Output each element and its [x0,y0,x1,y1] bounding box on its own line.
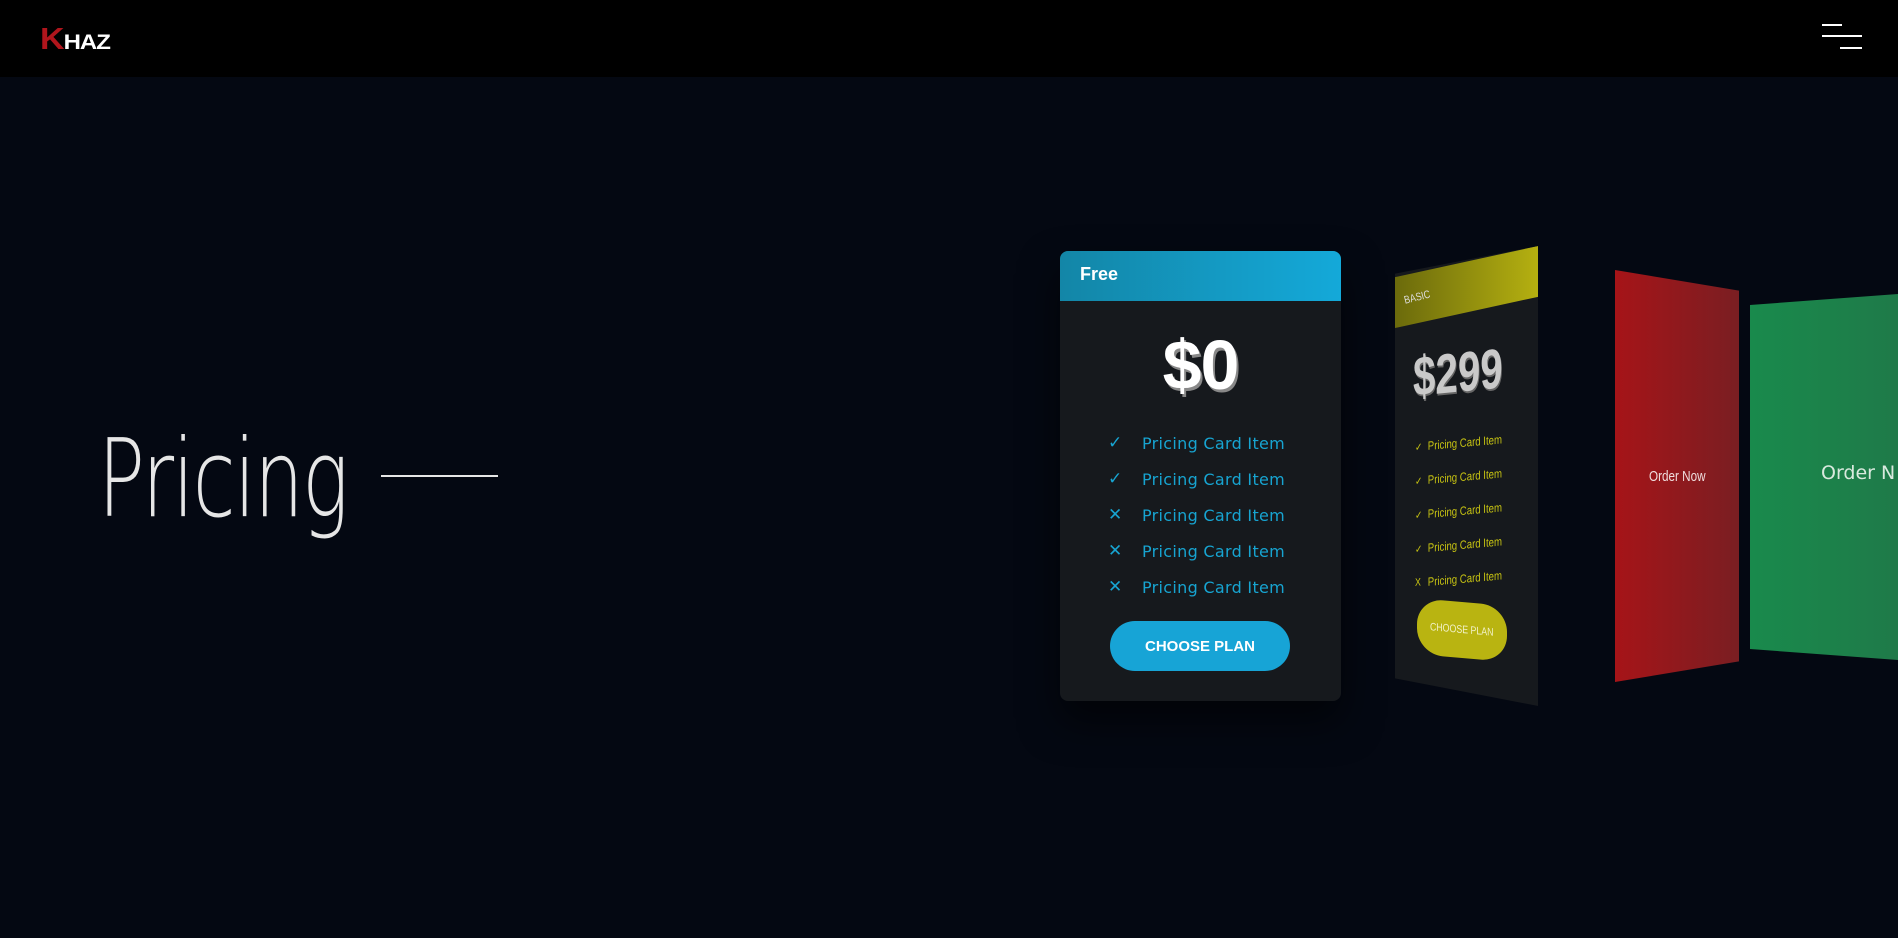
check-icon: ✓ [1415,440,1423,454]
feature-text: Pricing Card Item [1142,433,1286,453]
list-item: ✕ Pricing Card Item [1108,497,1341,533]
logo-text: HAZ [63,30,111,55]
hamburger-menu-icon[interactable] [1818,22,1864,52]
feature-text: Pricing Card Item [1142,577,1286,597]
card-header: Free [1060,251,1341,301]
list-item: ✓ Pricing Card Item [1108,461,1341,497]
feature-text: Pricing Card Item [1427,466,1502,487]
title-divider-line [381,475,498,477]
card-price: $0 [1162,326,1240,404]
cross-icon: ✕ [1108,577,1123,597]
check-icon: ✓ [1415,474,1423,488]
site-logo[interactable]: KHAZ [40,21,111,57]
pricing-card-free: Free $0 ✓ Pricing Card Item ✓ Pricing Card… [1060,251,1341,701]
check-icon: ✓ [1415,508,1423,522]
feature-text: Pricing Card Item [1142,541,1286,561]
feature-text: Pricing Card Item [1142,469,1286,489]
pricing-card-green[interactable]: Order N [1750,294,1898,660]
choose-plan-label: CHOOSE PLAN [1430,621,1494,639]
feature-list: ✓ Pricing Card Item ✓ Pricing Card Item ✕ P… [1060,425,1341,605]
feature-text: Pricing Card Item [1427,432,1502,453]
check-icon: ✓ [1108,469,1123,489]
list-item: X Pricing Card Item [1415,558,1502,600]
cross-icon: ✕ [1108,541,1123,561]
feature-text: Pricing Card Item [1427,568,1502,589]
logo-letter-k: K [40,21,65,57]
choose-plan-button[interactable]: CHOOSE PLAN [1110,621,1290,671]
feature-text: Pricing Card Item [1427,500,1502,521]
pricing-card-red[interactable]: Order Now [1615,270,1739,682]
order-now-label: Order N [1821,462,1896,484]
feature-text: Pricing Card Item [1427,534,1502,555]
list-item: ✕ Pricing Card Item [1108,533,1341,569]
page-title: Pricing [98,417,349,542]
cross-icon: X [1415,576,1421,589]
top-navbar: KHAZ [0,0,1898,77]
card-price: $299 [1413,336,1503,408]
feature-list: ✓ Pricing Card Item ✓ Pricing Card Item ✓ P… [1415,430,1524,600]
check-icon: ✓ [1108,433,1123,453]
feature-text: Pricing Card Item [1142,505,1286,525]
list-item: ✓ Pricing Card Item [1108,425,1341,461]
card-header [1395,246,1538,328]
choose-plan-button[interactable]: CHOOSE PLAN [1417,598,1507,662]
pricing-card-basic[interactable]: BASIC $299 ✓ Pricing Card Item ✓ Pricing C… [1395,246,1538,706]
cross-icon: ✕ [1108,505,1123,525]
list-item: ✕ Pricing Card Item [1108,569,1341,605]
check-icon: ✓ [1415,542,1423,556]
order-now-label: Order Now [1648,467,1706,485]
